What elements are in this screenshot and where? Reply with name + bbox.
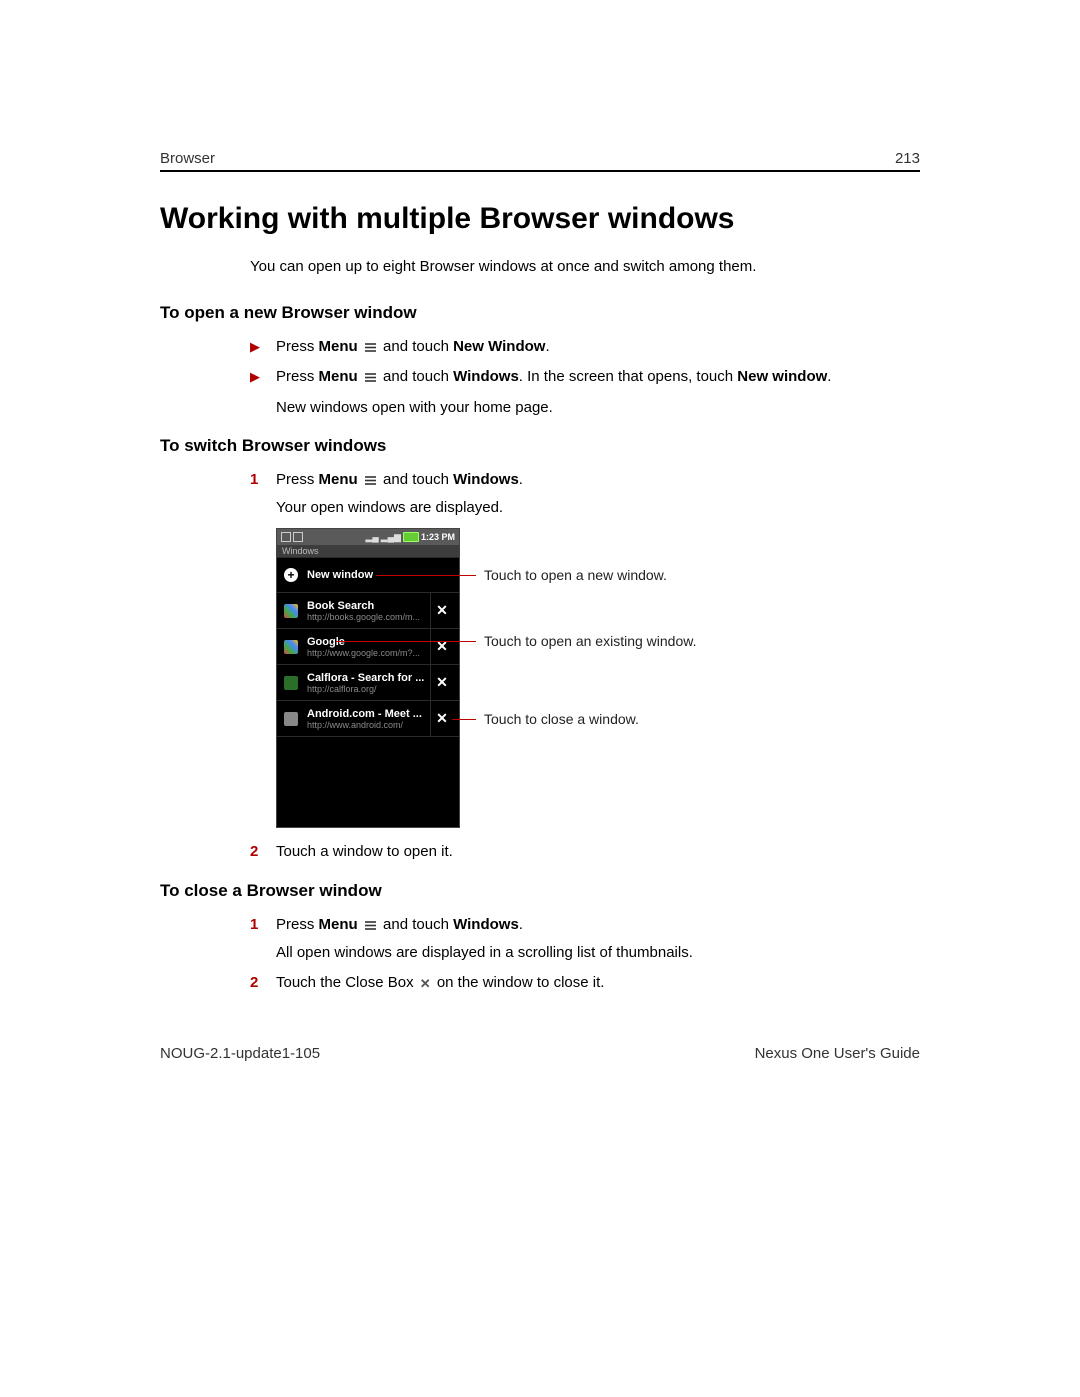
- switch-step-1: 1 Press Menu and touch Windows. Your ope…: [250, 470, 920, 519]
- status-time: 1:23 PM: [421, 532, 455, 542]
- heading-close: To close a Browser window: [160, 881, 920, 901]
- window-row[interactable]: Google http://www.google.com/m?... ✕: [277, 629, 459, 665]
- step-number: 2: [250, 842, 276, 862]
- close-block: 1 Press Menu and touch Windows. All open…: [250, 915, 920, 994]
- close-icon[interactable]: ✕: [430, 593, 453, 628]
- windows-header: Windows: [277, 545, 459, 557]
- close-icon[interactable]: ✕: [430, 701, 453, 736]
- header-page: 213: [895, 150, 920, 167]
- menu-icon: [364, 342, 377, 353]
- running-footer: NOUG-2.1-update1-105 Nexus One User's Gu…: [160, 1045, 920, 1062]
- favicon-icon: [283, 675, 299, 691]
- callout-line: [452, 719, 476, 720]
- page: Browser 213 Working with multiple Browse…: [0, 0, 1080, 1397]
- step-number: 1: [250, 915, 276, 935]
- phone-statusbar: ▂▄ ▂▄▆ 1:23 PM: [277, 529, 459, 545]
- battery-icon: [403, 532, 419, 542]
- close-icon[interactable]: ✕: [430, 665, 453, 700]
- window-row[interactable]: Book Search http://books.google.com/m...…: [277, 593, 459, 629]
- switch-block: 1 Press Menu and touch Windows. Your ope…: [250, 470, 920, 863]
- menu-icon: [364, 372, 377, 383]
- favicon-icon: [283, 711, 299, 727]
- step-number: 1: [250, 470, 276, 490]
- close-step-1-body: Press Menu and touch Windows. All open w…: [276, 915, 920, 964]
- callout-line: [336, 641, 476, 642]
- callout-text: Touch to open a new window.: [484, 567, 667, 583]
- status-left-icons: [281, 532, 303, 542]
- close-step-2: 2 Touch the Close Box ✕ on the window to…: [250, 973, 920, 993]
- header-section: Browser: [160, 150, 215, 167]
- favicon-icon: [283, 603, 299, 619]
- favicon-icon: [283, 639, 299, 655]
- switch-step-1-body: Press Menu and touch Windows. Your open …: [276, 470, 920, 519]
- switch-step-2: 2 Touch a window to open it.: [250, 842, 920, 862]
- open-item-2: ▶ Press Menu and touch Windows. In the s…: [250, 367, 920, 387]
- step-number: 2: [250, 973, 276, 993]
- heading-switch: To switch Browser windows: [160, 436, 920, 456]
- status-icon: [281, 532, 291, 542]
- open-item-1: ▶ Press Menu and touch New Window.: [250, 337, 920, 357]
- open-item-1-body: Press Menu and touch New Window.: [276, 337, 920, 357]
- intro-text: You can open up to eight Browser windows…: [250, 258, 920, 275]
- window-row[interactable]: Calflora - Search for ... http://calflor…: [277, 665, 459, 701]
- running-header: Browser 213: [160, 150, 920, 172]
- callouts: Touch to open a new window. Touch to ope…: [478, 528, 798, 828]
- heading-open: To open a new Browser window: [160, 303, 920, 323]
- menu-icon: [364, 475, 377, 486]
- close-step-1: 1 Press Menu and touch Windows. All open…: [250, 915, 920, 964]
- close-step-2-body: Touch the Close Box ✕ on the window to c…: [276, 973, 920, 993]
- callout-line: [376, 575, 476, 576]
- plus-icon: +: [283, 567, 299, 583]
- close-box-icon: ✕: [420, 975, 431, 993]
- open-block: ▶ Press Menu and touch New Window. ▶ Pre…: [250, 337, 920, 418]
- signal-icon: ▂▄▆: [381, 532, 401, 543]
- triangle-bullet-icon: ▶: [250, 337, 276, 357]
- status-icon: [293, 532, 303, 542]
- phone-screenshot: ▂▄ ▂▄▆ 1:23 PM Windows + New window Book…: [276, 528, 460, 828]
- close-icon[interactable]: ✕: [430, 629, 453, 664]
- page-title: Working with multiple Browser windows: [160, 202, 920, 236]
- open-note: New windows open with your home page.: [250, 398, 920, 418]
- menu-icon: [364, 920, 377, 931]
- callout-text: Touch to close a window.: [484, 711, 639, 727]
- open-item-2-body: Press Menu and touch Windows. In the scr…: [276, 367, 920, 387]
- footer-left: NOUG-2.1-update1-105: [160, 1045, 320, 1062]
- phone-empty-area: [277, 737, 459, 827]
- window-row[interactable]: Android.com - Meet ... http://www.androi…: [277, 701, 459, 737]
- signal-icon: ▂▄: [365, 532, 378, 543]
- status-right: ▂▄ ▂▄▆ 1:23 PM: [365, 532, 455, 543]
- footer-right: Nexus One User's Guide: [755, 1045, 920, 1062]
- phone-illustration-row: ▂▄ ▂▄▆ 1:23 PM Windows + New window Book…: [276, 528, 920, 828]
- callout-text: Touch to open an existing window.: [484, 633, 696, 649]
- triangle-bullet-icon: ▶: [250, 367, 276, 387]
